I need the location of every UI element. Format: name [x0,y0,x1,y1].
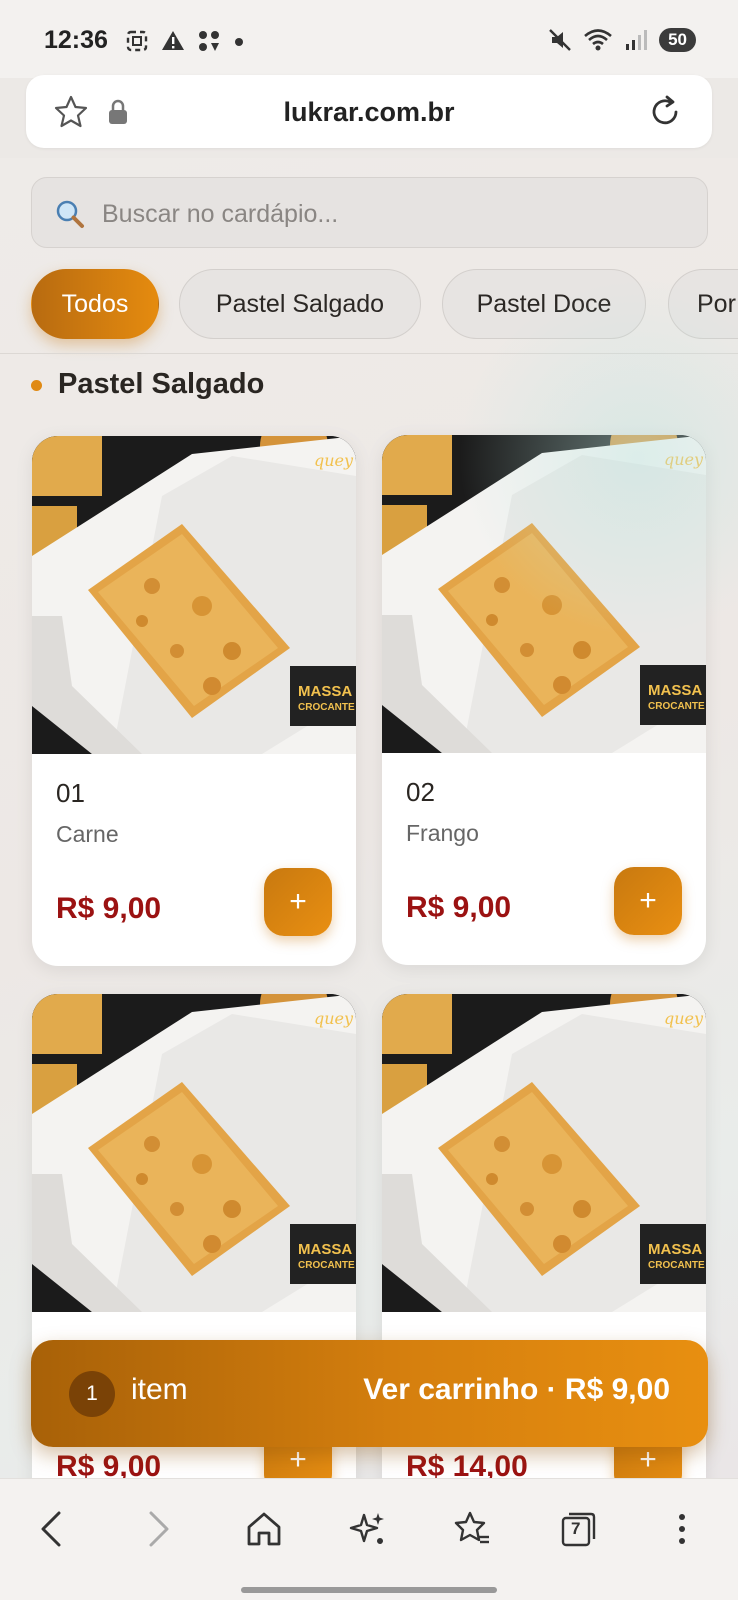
back-button[interactable] [28,1505,76,1553]
browser-url-bar[interactable]: lukrar.com.br [26,75,712,148]
search-icon [56,200,84,228]
page-content: Buscar no cardápio... Todos Pastel Salga… [0,158,738,1478]
battery-indicator: 50 [659,28,696,52]
product-name: Carne [56,821,119,847]
product-name: Frango [406,820,479,846]
product-price: R$ 14,00 [406,1450,528,1478]
product-image: MASSA CROCANTE quey [32,436,356,754]
wifi-icon [584,29,612,51]
category-chip-pastel-doce[interactable]: Pastel Doce [442,269,646,339]
ai-assistant-button[interactable] [344,1505,392,1553]
apps-icon [199,31,219,51]
cart-item-label: item [131,1373,188,1406]
forward-button[interactable] [134,1505,182,1553]
system-icons: 50 [547,27,696,53]
product-card[interactable]: MASSA CROCANTE quey 01 Carne R$ 9,00 + [32,436,356,966]
product-code: 01 [56,778,85,808]
bookmarks-icon [454,1511,489,1544]
photo-massa-text: MASSA [648,682,702,699]
cart-cta-label: Ver carrinho · R$ 9,00 [363,1373,670,1406]
home-icon [247,1512,281,1546]
product-price: R$ 9,00 [56,892,162,925]
category-chip-pastel-salgado[interactable]: Pastel Salgado [179,269,421,339]
category-tabs: Todos Pastel Salgado Pastel Doce Por [31,269,738,341]
add-to-cart-button[interactable]: + [614,867,682,935]
photo-crocante-text: CROCANTE [648,1260,705,1271]
section-title: Pastel Salgado [58,368,265,400]
sparkle-icon [349,1513,384,1544]
signal-icon [626,30,648,50]
section-dot [31,380,42,391]
tabs-button[interactable]: 7 [554,1505,602,1553]
reload-icon[interactable] [646,93,684,131]
divider [0,353,738,354]
menu-button[interactable] [658,1505,706,1553]
home-button[interactable] [240,1505,288,1553]
screenshot-icon [126,30,148,52]
product-image: MASSA CROCANTE quey [32,994,356,1312]
photo-brand-text: quey [664,1009,704,1028]
status-time: 12:36 [44,26,108,54]
search-placeholder: Buscar no cardápio... [102,200,339,228]
photo-brand-text: quey [314,1009,354,1028]
photo-massa-text: MASSA [648,1241,702,1258]
back-arrow-icon [41,1511,61,1547]
warning-icon [162,31,184,50]
tabs-count: 7 [571,1519,581,1538]
photo-massa-text: MASSA [298,683,352,700]
browser-bottom-nav: 7 [0,1478,738,1600]
product-price: R$ 9,00 [406,891,512,924]
status-bar: 12:36 50 [0,0,738,78]
view-cart-button[interactable]: 1 item Ver carrinho · R$ 9,00 [31,1340,708,1447]
home-indicator [241,1587,497,1593]
photo-massa-text: MASSA [298,1241,352,1258]
category-chip-porcoes[interactable]: Por [668,269,738,339]
photo-brand-text: quey [664,450,704,469]
product-image: MASSA CROCANTE quey [382,435,706,753]
cart-count-badge: 1 [69,1371,115,1417]
search-input[interactable]: Buscar no cardápio... [31,177,708,248]
photo-crocante-text: CROCANTE [298,1260,355,1271]
mute-icon [549,29,571,51]
add-to-cart-button[interactable]: + [264,868,332,936]
category-chip-todos[interactable]: Todos [31,269,159,339]
forward-arrow-icon [149,1511,169,1547]
url-text[interactable]: lukrar.com.br [26,97,712,128]
product-code: 02 [406,777,435,807]
notification-icons [124,28,246,54]
product-image: MASSA CROCANTE quey [382,994,706,1312]
dot-icon [235,38,243,46]
product-price: R$ 9,00 [56,1450,162,1478]
photo-brand-text: quey [314,451,354,470]
bookmarks-button[interactable] [448,1505,496,1553]
photo-crocante-text: CROCANTE [298,702,355,713]
photo-crocante-text: CROCANTE [648,701,705,712]
more-vertical-icon [679,1514,685,1544]
product-card[interactable]: MASSA CROCANTE quey 02 Frango R$ 9,00 + [382,435,706,965]
